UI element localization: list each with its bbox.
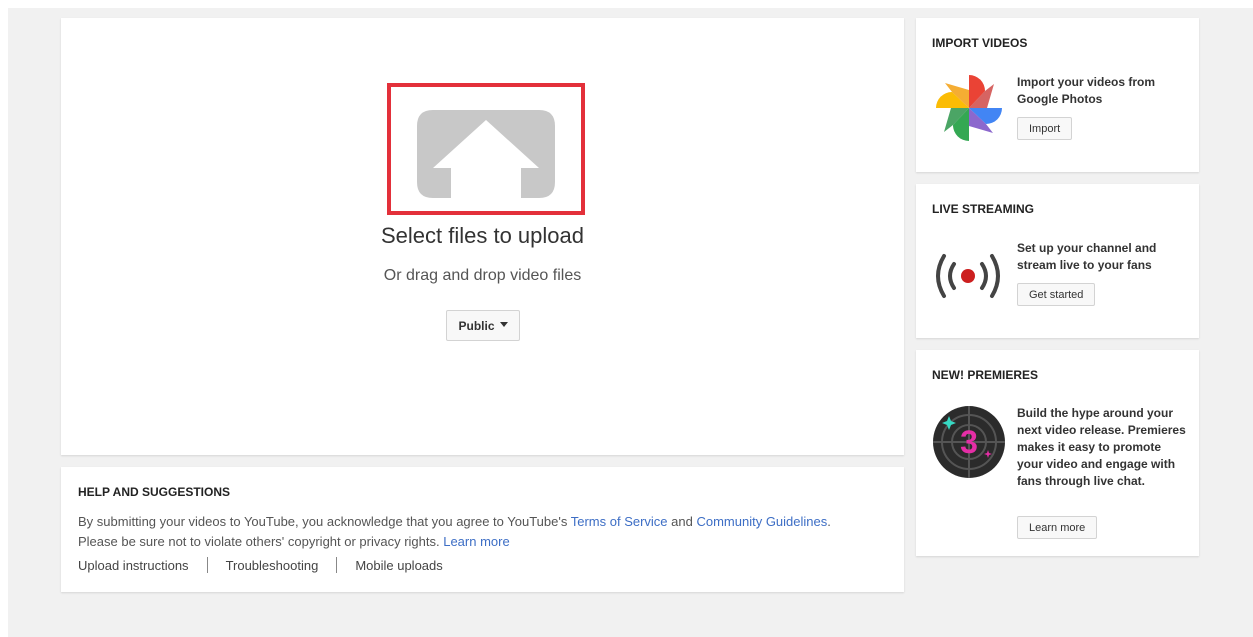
live-broadcast-icon	[932, 250, 1002, 307]
help-text-part: and	[667, 514, 697, 529]
upload-title[interactable]: Select files to upload	[61, 223, 904, 249]
live-description: Set up your channel and stream live to y…	[1017, 241, 1157, 272]
live-streaming-card: LIVE STREAMING Set up your channel and s…	[916, 184, 1199, 338]
help-text-part: By submitting your videos to YouTube, yo…	[78, 514, 571, 529]
premieres-title: NEW! PREMIERES	[932, 368, 1039, 382]
import-button[interactable]: Import	[1017, 117, 1073, 140]
import-title: IMPORT VIDEOS	[932, 36, 1028, 50]
upload-instructions-link[interactable]: Upload instructions	[78, 558, 189, 573]
upload-arrow-icon[interactable]	[417, 110, 555, 203]
help-title: HELP AND SUGGESTIONS	[78, 485, 231, 499]
get-started-button[interactable]: Get started	[1017, 283, 1096, 306]
premieres-number: 3	[960, 424, 978, 460]
help-text-part: Please be sure not to violate others' co…	[78, 534, 444, 549]
privacy-dropdown[interactable]: Public	[446, 310, 520, 341]
troubleshooting-link[interactable]: Troubleshooting	[226, 558, 319, 573]
caret-down-icon	[499, 322, 508, 327]
import-description: Import your videos from Google Photos	[1017, 75, 1156, 106]
import-videos-card: IMPORT VIDEOS Import your videos from Go…	[916, 18, 1199, 172]
drag-drop-hint: Or drag and drop video files	[383, 267, 582, 284]
divider	[336, 557, 338, 573]
terms-of-service-link[interactable]: Terms of Service	[571, 514, 668, 529]
help-text: By submitting your videos to YouTube, yo…	[78, 512, 878, 552]
help-panel: HELP AND SUGGESTIONS By submitting your …	[61, 467, 904, 592]
divider	[206, 557, 208, 573]
google-photos-icon	[932, 71, 1006, 150]
premieres-description: Build the hype around your next video re…	[1017, 406, 1186, 488]
mobile-uploads-link[interactable]: Mobile uploads	[355, 558, 442, 573]
premieres-card: NEW! PREMIERES 3 Build the hype around y…	[916, 350, 1199, 556]
help-text-part: .	[827, 514, 831, 529]
premieres-countdown-icon: 3	[932, 405, 1006, 484]
learn-more-link[interactable]: Learn more	[443, 534, 509, 549]
learn-more-button[interactable]: Learn more	[1017, 516, 1098, 539]
upload-panel[interactable]: Select files to upload Or drag and drop …	[61, 18, 904, 455]
live-title: LIVE STREAMING	[932, 202, 1035, 216]
help-links: Upload instructions Troubleshooting Mobi…	[78, 557, 443, 573]
community-guidelines-link[interactable]: Community Guidelines	[696, 514, 827, 529]
upload-icon-highlight[interactable]	[387, 83, 585, 215]
privacy-label: Public	[458, 318, 495, 333]
